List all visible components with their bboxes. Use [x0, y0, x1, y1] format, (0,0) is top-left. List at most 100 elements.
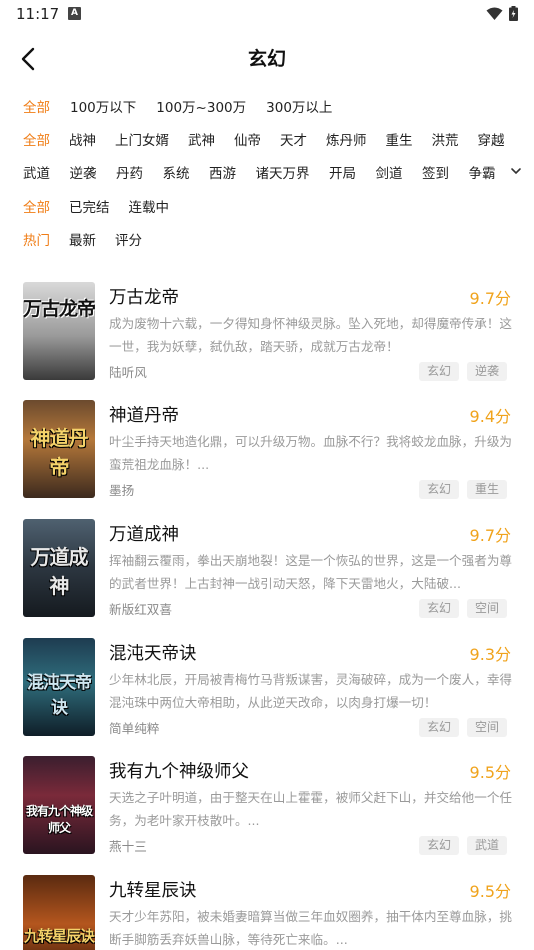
filter-word-all[interactable]: 全部 [23, 96, 50, 116]
book-tag: 重生 [466, 480, 507, 499]
book-title: 九转星辰诀 [109, 881, 197, 901]
book-tag: 空间 [466, 599, 507, 618]
book-item[interactable]: 万道成神 万道成神 9.7分 挥袖翻云覆雨，拳出天崩地裂！这是一个恢弘的世界，这… [23, 519, 513, 619]
filter-status-finished[interactable]: 已完结 [69, 196, 110, 216]
filter-sort: 热门 最新 评分 [23, 227, 161, 251]
battery-icon [509, 6, 518, 21]
status-icons [486, 6, 518, 21]
chevron-down-icon [511, 168, 521, 175]
book-author: 陆听风 [109, 365, 147, 380]
filter-genre-item[interactable]: 开局 [329, 162, 356, 182]
sort-hot[interactable]: 热门 [23, 229, 50, 249]
book-title: 万古龙帝 [109, 288, 179, 308]
filter-genre-item[interactable]: 系统 [163, 162, 190, 182]
book-description: 天选之子叶明道，由于整天在山上霍霍，被师父赶下山，并交给他一个任务，为老叶家开枝… [109, 790, 512, 828]
book-cover: 九转星辰诀 [23, 875, 95, 950]
wifi-icon [486, 7, 503, 20]
filter-genre-item[interactable]: 逆袭 [70, 162, 97, 182]
book-title: 万道成神 [109, 525, 179, 545]
filter-genre-item[interactable]: 战神 [69, 129, 96, 149]
book-title: 混沌天帝诀 [109, 644, 197, 664]
cover-text: 万道成神 [30, 545, 89, 598]
filter-genre-item[interactable]: 签到 [422, 162, 449, 182]
book-item[interactable]: 万古龙帝 万古龙帝 9.7分 成为废物十六载，一夕得知身怀神级灵脉。坠入死地，却… [23, 282, 513, 382]
filter-genre-item[interactable]: 武神 [188, 129, 215, 149]
filter-status: 全部 已完结 连载中 [23, 194, 188, 218]
book-title: 我有九个神级师父 [109, 762, 249, 782]
book-score: 9.5分 [469, 882, 511, 901]
book-item[interactable]: 神道丹帝 神道丹帝 9.4分 叶尘手持天地造化鼎，可以升级万物。血脉不行？我将蛟… [23, 400, 513, 500]
filter-word-count: 全部 100万以下 100万~300万 300万以上 [23, 94, 352, 118]
page-title: 玄幻 [247, 48, 286, 70]
book-cover: 混沌天帝诀 [23, 638, 95, 736]
filter-genre-item[interactable]: 洪荒 [432, 129, 459, 149]
filter-genre-all[interactable]: 全部 [23, 129, 50, 149]
cover-text: 我有九个神级师父 [25, 804, 93, 835]
filter-status-ongoing[interactable]: 连载中 [129, 196, 170, 216]
book-cover: 万古龙帝 [23, 282, 95, 380]
book-description: 成为废物十六载，一夕得知身怀神级灵脉。坠入死地，却得魔帝传承！这一世，我为妖孽，… [109, 316, 512, 354]
filter-genre-item[interactable]: 争霸 [469, 162, 496, 182]
book-tag: 玄幻 [418, 480, 459, 499]
book-description: 叶尘手持天地造化鼎，可以升级万物。血脉不行？我将蛟龙血脉，升级为蛮荒祖龙血脉！.… [109, 434, 512, 472]
book-cover: 万道成神 [23, 519, 95, 617]
book-tag: 玄幻 [418, 836, 459, 855]
book-tag: 玄幻 [418, 718, 459, 737]
book-tags: 玄幻 空间 [418, 599, 507, 618]
book-author: 简单纯粹 [109, 721, 160, 736]
book-description: 少年林北辰，开局被青梅竹马背叛谋害，灵海破碎，成为一个废人，幸得混沌珠中两位大帝… [109, 672, 512, 710]
cover-text: 神道丹帝 [30, 426, 89, 479]
filter-genre-item[interactable]: 穿越 [478, 129, 505, 149]
nav-bar: 玄幻 [0, 38, 534, 78]
sort-latest[interactable]: 最新 [69, 229, 96, 249]
status-bar: 11:17 A [0, 0, 534, 28]
book-tags: 玄幻 逆袭 [418, 362, 507, 381]
book-score: 9.4分 [469, 407, 511, 426]
book-tag: 空间 [466, 718, 507, 737]
book-item[interactable]: 九转星辰诀 九转星辰诀 9.5分 天才少年苏阳，被未婚妻暗算当做三年血奴圈养，抽… [23, 875, 513, 950]
book-author: 燕十三 [109, 839, 147, 854]
cover-text: 九转星辰诀 [23, 927, 95, 945]
book-tag: 武道 [466, 836, 507, 855]
book-tags: 玄幻 重生 [418, 480, 507, 499]
cover-text: 混沌天帝诀 [27, 673, 92, 718]
book-tag: 玄幻 [418, 599, 459, 618]
expand-genres-button[interactable] [508, 163, 524, 179]
filter-genre-item[interactable]: 武道 [23, 162, 50, 182]
book-cover: 神道丹帝 [23, 400, 95, 498]
filter-word-1m-3m[interactable]: 100万~300万 [156, 96, 246, 116]
filter-genre-row2: 武道 逆袭 丹药 系统 西游 诸天万界 开局 剑道 签到 争霸 [23, 160, 515, 184]
filter-word-over-3m[interactable]: 300万以上 [266, 96, 332, 116]
filter-genre-item[interactable]: 炼丹师 [326, 129, 367, 149]
book-item[interactable]: 混沌天帝诀 混沌天帝诀 9.3分 少年林北辰，开局被青梅竹马背叛谋害，灵海破碎，… [23, 638, 513, 738]
filter-genre-row1: 全部 战神 上门女婿 武神 仙帝 天才 炼丹师 重生 洪荒 穿越 [23, 127, 524, 151]
book-score: 9.5分 [469, 763, 511, 782]
filter-genre-item[interactable]: 上门女婿 [115, 129, 169, 149]
filter-genre-item[interactable]: 仙帝 [234, 129, 261, 149]
book-author: 墨扬 [109, 483, 135, 498]
book-cover: 我有九个神级师父 [23, 756, 95, 854]
book-description: 挥袖翻云覆雨，拳出天崩地裂！这是一个恢弘的世界，这是一个强者为尊的武者世界！上古… [109, 553, 512, 591]
filter-genre-item[interactable]: 丹药 [116, 162, 143, 182]
book-tag: 玄幻 [418, 362, 459, 381]
book-score: 9.7分 [469, 289, 511, 308]
cover-text: 万古龙帝 [23, 298, 95, 320]
filter-genre-item[interactable]: 诸天万界 [256, 162, 310, 182]
filter-word-under-1m[interactable]: 100万以下 [70, 96, 136, 116]
filter-genre-item[interactable]: 重生 [386, 129, 413, 149]
status-time: 11:17 [16, 5, 60, 23]
filter-genre-item[interactable]: 剑道 [376, 162, 403, 182]
book-author: 新版红双喜 [109, 602, 172, 617]
book-description: 天才少年苏阳，被未婚妻暗算当做三年血奴圈养，抽干体内至尊血脉，挑断手脚筋丢弃妖兽… [109, 909, 512, 947]
filter-genre-item[interactable]: 西游 [209, 162, 236, 182]
book-score: 9.3分 [469, 645, 511, 664]
book-tags: 玄幻 武道 [418, 836, 507, 855]
book-score: 9.7分 [469, 526, 511, 545]
notification-a-icon: A [68, 7, 81, 20]
book-item[interactable]: 我有九个神级师父 我有九个神级师父 9.5分 天选之子叶明道，由于整天在山上霍霍… [23, 756, 513, 856]
book-tags: 玄幻 空间 [418, 718, 507, 737]
book-tag: 逆袭 [466, 362, 507, 381]
filter-status-all[interactable]: 全部 [23, 196, 50, 216]
sort-rating[interactable]: 评分 [115, 229, 142, 249]
filter-genre-item[interactable]: 天才 [280, 129, 307, 149]
